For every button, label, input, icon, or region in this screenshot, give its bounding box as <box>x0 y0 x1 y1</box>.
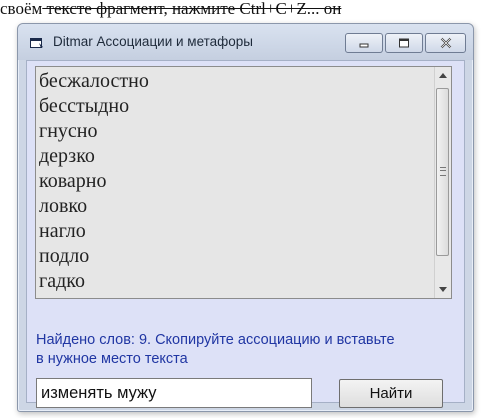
list-item[interactable]: нагло <box>39 219 431 244</box>
background-document-text: своём тексте фрагмент, нажмите Ctrl+C+Z.… <box>0 0 492 18</box>
close-button[interactable] <box>425 33 466 53</box>
list-item[interactable]: гадко <box>39 269 431 294</box>
grip-icon <box>440 167 446 176</box>
window-title: Ditmar Ассоциации и метафоры <box>53 34 254 49</box>
list-items: бесжалостно бесстыдно гнусно дерзко кова… <box>39 69 431 294</box>
minimize-icon <box>359 43 369 48</box>
list-scrollbar[interactable] <box>434 67 451 298</box>
list-item[interactable]: бесжалостно <box>39 69 431 94</box>
close-icon <box>440 37 451 49</box>
title-bar[interactable]: Ditmar Ассоциации и метафоры <box>18 24 473 60</box>
scroll-down-button[interactable] <box>435 281 451 298</box>
status-message: Найдено слов: 9. Скопируйте ассоциацию и… <box>36 332 395 367</box>
background-text-rest: тексте фрагмент, нажмите Ctrl+C+Z... он <box>42 0 342 18</box>
list-item[interactable]: гнусно <box>39 119 431 144</box>
arrow-up-icon <box>439 73 447 78</box>
scroll-thumb[interactable] <box>436 88 449 256</box>
maximize-button[interactable] <box>385 33 423 53</box>
arrow-down-icon <box>439 287 447 292</box>
list-item[interactable]: бесстыдно <box>39 94 431 119</box>
minimize-button[interactable] <box>345 33 383 53</box>
app-icon <box>30 36 44 48</box>
client-area: бесжалостно бесстыдно гнусно дерзко кова… <box>26 60 465 408</box>
find-button[interactable]: Найти <box>339 379 443 408</box>
search-input[interactable]: изменять мужу <box>36 378 312 408</box>
associations-listbox[interactable]: бесжалостно бесстыдно гнусно дерзко кова… <box>35 66 452 299</box>
list-item[interactable]: дерзко <box>39 144 431 169</box>
list-item[interactable]: подло <box>39 244 431 269</box>
list-item[interactable]: коварно <box>39 169 431 194</box>
maximize-icon <box>399 38 409 48</box>
list-item[interactable]: ловко <box>39 194 431 219</box>
background-text-lead: своём <box>0 0 43 18</box>
app-window: Ditmar Ассоциации и метафоры бесжалостно… <box>17 23 474 412</box>
scroll-up-button[interactable] <box>435 67 451 84</box>
